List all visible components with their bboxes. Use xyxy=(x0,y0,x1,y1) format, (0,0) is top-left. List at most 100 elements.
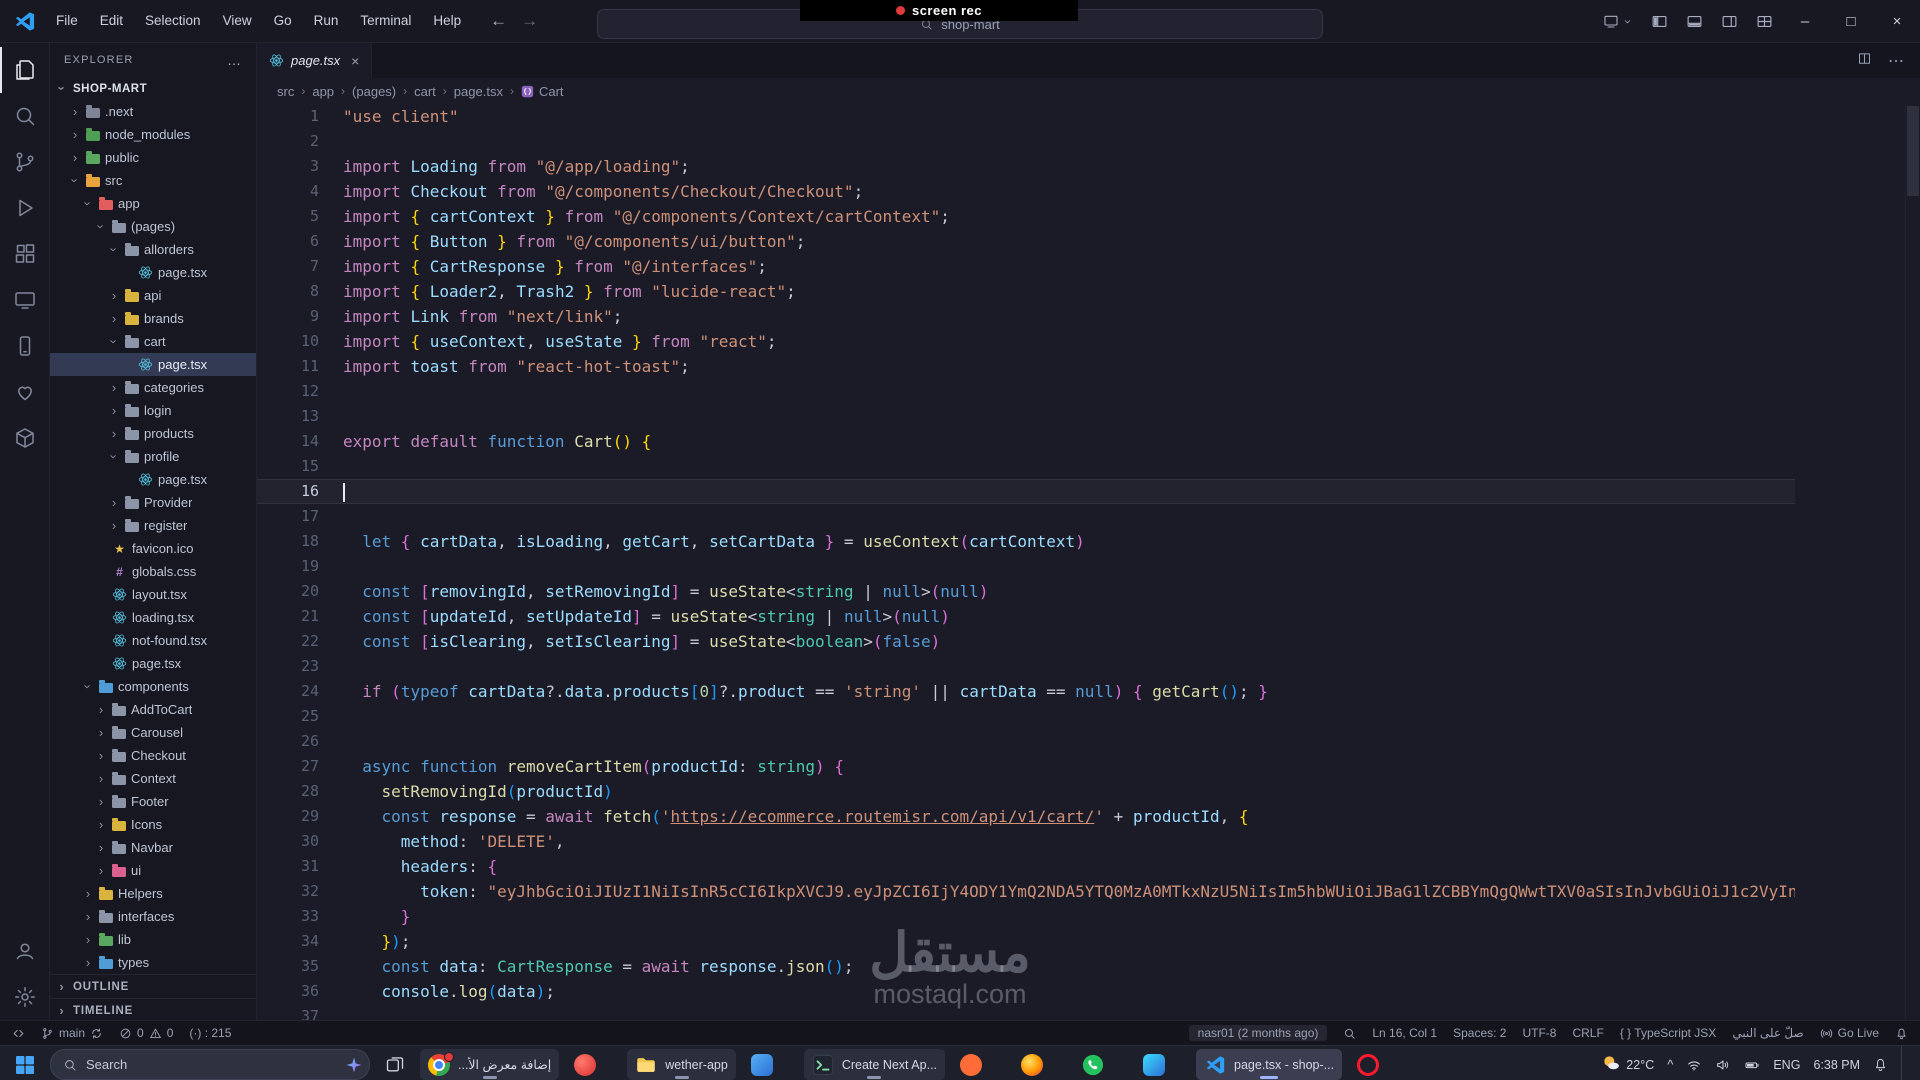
tree-item-Footer[interactable]: › Footer xyxy=(50,790,256,813)
screen-share-icon[interactable] xyxy=(1594,13,1642,29)
tree-item-app[interactable]: › app xyxy=(50,192,256,215)
tree-item-layout.tsx[interactable]: ›layout.tsx xyxy=(50,583,256,606)
tree-item-public[interactable]: › public xyxy=(50,146,256,169)
weather-widget[interactable]: 22°C xyxy=(1601,1053,1654,1076)
taskbar-folder[interactable]: wether-app xyxy=(627,1049,736,1080)
section-outline[interactable]: › OUTLINE xyxy=(50,974,256,998)
tree-root-shop-mart[interactable]: › SHOP-MART xyxy=(50,77,256,100)
menu-run[interactable]: Run xyxy=(303,0,350,42)
menu-selection[interactable]: Selection xyxy=(134,0,212,42)
code-line-2[interactable]: 2 xyxy=(257,129,1795,154)
tree-item-Helpers[interactable]: › Helpers xyxy=(50,882,256,905)
scrollbar-thumb[interactable] xyxy=(1907,106,1919,196)
code-line-12[interactable]: 12 xyxy=(257,379,1795,404)
menu-terminal[interactable]: Terminal xyxy=(349,0,422,42)
code-line-23[interactable]: 23 xyxy=(257,654,1795,679)
tree-item-interfaces[interactable]: › interfaces xyxy=(50,905,256,928)
status-search[interactable] xyxy=(1343,1027,1356,1040)
close-button[interactable]: × xyxy=(1874,0,1920,42)
tree-item-favicon.ico[interactable]: ›★favicon.ico xyxy=(50,537,256,560)
tree-item-login[interactable]: › login xyxy=(50,399,256,422)
tree-item-page.tsx[interactable]: ›page.tsx xyxy=(50,468,256,491)
tree-item-loading.tsx[interactable]: ›loading.tsx xyxy=(50,606,256,629)
taskbar-firefox[interactable] xyxy=(1013,1049,1067,1080)
search-icon[interactable] xyxy=(0,93,49,139)
volume-icon[interactable] xyxy=(1715,1057,1731,1073)
menu-edit[interactable]: Edit xyxy=(89,0,134,42)
taskbar-opera[interactable] xyxy=(1349,1049,1403,1080)
code-line-28[interactable]: 28 setRemovingId(productId) xyxy=(257,779,1795,804)
section-timeline[interactable]: › TIMELINE xyxy=(50,998,256,1020)
start-button[interactable] xyxy=(8,1049,42,1080)
tree-item-lib[interactable]: › lib xyxy=(50,928,256,951)
status-remote[interactable] xyxy=(12,1027,25,1040)
taskbar-media[interactable] xyxy=(1135,1049,1189,1080)
docker-icon[interactable] xyxy=(0,415,49,461)
account-icon[interactable] xyxy=(0,928,49,974)
tree-item-Context[interactable]: › Context xyxy=(50,767,256,790)
breadcrumb-item-page.tsx[interactable]: page.tsx xyxy=(454,84,503,99)
tree-item-brands[interactable]: › brands xyxy=(50,307,256,330)
hidden-icons-chevron[interactable]: ^ xyxy=(1667,1057,1673,1072)
taskbar-postman[interactable] xyxy=(952,1049,1006,1080)
menu-view[interactable]: View xyxy=(212,0,263,42)
code-line-4[interactable]: 4 import Checkout from "@/components/Chec… xyxy=(257,179,1795,204)
code-line-5[interactable]: 5 import { cartContext } from "@/componen… xyxy=(257,204,1795,229)
breadcrumb-item-Cart[interactable]: Cart xyxy=(521,84,564,99)
code-line-21[interactable]: 21 const [updateId, setUpdateId] = useSt… xyxy=(257,604,1795,629)
back-arrow-icon[interactable]: ← xyxy=(490,11,507,31)
code-line-11[interactable]: 11 import toast from "react-hot-toast"; xyxy=(257,354,1795,379)
tree-item-categories[interactable]: › categories xyxy=(50,376,256,399)
tree-item-Checkout[interactable]: › Checkout xyxy=(50,744,256,767)
toggle-panel-icon[interactable] xyxy=(1677,13,1712,30)
tree-item-ui[interactable]: › ui xyxy=(50,859,256,882)
minimize-button[interactable]: – xyxy=(1782,0,1828,42)
status-counter[interactable]: (·) : 215 xyxy=(189,1026,231,1040)
tree-item-types[interactable]: › types xyxy=(50,951,256,974)
tree-item-globals.css[interactable]: ›#globals.css xyxy=(50,560,256,583)
explorer-more-actions-icon[interactable]: … xyxy=(227,52,242,68)
code-line-14[interactable]: 14 export default function Cart() { xyxy=(257,429,1795,454)
code-line-27[interactable]: 27 async function removeCartItem(product… xyxy=(257,754,1795,779)
extensions-icon[interactable] xyxy=(0,231,49,277)
code-line-32[interactable]: 32 token: "eyJhbGciOiJIUzI1NiIsInR5cCI6I… xyxy=(257,879,1795,904)
code-line-25[interactable]: 25 xyxy=(257,704,1795,729)
code-line-36[interactable]: 36 console.log(data); xyxy=(257,979,1795,1004)
menu-help[interactable]: Help xyxy=(422,0,472,42)
code-line-31[interactable]: 31 headers: { xyxy=(257,854,1795,879)
status-branch[interactable]: main xyxy=(41,1026,103,1040)
taskbar-vscode[interactable]: page.tsx - shop-... xyxy=(1196,1049,1343,1080)
tree-item-(pages)[interactable]: › (pages) xyxy=(50,215,256,238)
code-line-37[interactable]: 37 xyxy=(257,1004,1795,1020)
code-line-34[interactable]: 34 }); xyxy=(257,929,1795,954)
editor-more-actions-icon[interactable]: ⋯ xyxy=(1888,51,1904,71)
tree-item-api[interactable]: › api xyxy=(50,284,256,307)
run-debug-icon[interactable] xyxy=(0,185,49,231)
code-line-1[interactable]: 1 "use client" xyxy=(257,104,1795,129)
tree-item-allorders[interactable]: › allorders xyxy=(50,238,256,261)
tree-item-components[interactable]: › components xyxy=(50,675,256,698)
status-prayer-extension[interactable]: صلّ على النبي xyxy=(1732,1026,1803,1040)
code-line-10[interactable]: 10 import { useContext, useState } from "… xyxy=(257,329,1795,354)
tree-item-profile[interactable]: › profile xyxy=(50,445,256,468)
status-cursor-position[interactable]: Ln 16, Col 1 xyxy=(1372,1026,1437,1040)
code-line-15[interactable]: 15 xyxy=(257,454,1795,479)
clock[interactable]: 6:38 PM xyxy=(1813,1058,1860,1072)
code-line-6[interactable]: 6 import { Button } from "@/components/ui… xyxy=(257,229,1795,254)
tree-item-page.tsx[interactable]: ›page.tsx xyxy=(50,652,256,675)
breadcrumb-item-src[interactable]: src xyxy=(277,84,294,99)
tree-item-products[interactable]: › products xyxy=(50,422,256,445)
code-line-9[interactable]: 9 import Link from "next/link"; xyxy=(257,304,1795,329)
wifi-icon[interactable] xyxy=(1686,1057,1702,1073)
taskbar-search[interactable]: Search xyxy=(50,1049,370,1080)
code-line-7[interactable]: 7 import { CartResponse } from "@/interfa… xyxy=(257,254,1795,279)
editor-scrollbar[interactable] xyxy=(1905,104,1920,1020)
tree-item-Icons[interactable]: › Icons xyxy=(50,813,256,836)
maximize-button[interactable]: □ xyxy=(1828,0,1874,42)
code-line-13[interactable]: 13 xyxy=(257,404,1795,429)
status-notifications[interactable] xyxy=(1895,1027,1908,1040)
remote-monitor-icon[interactable] xyxy=(0,277,49,323)
code-line-16[interactable]: 16 xyxy=(257,479,1795,504)
code-line-20[interactable]: 20 const [removingId, setRemovingId] = u… xyxy=(257,579,1795,604)
breadcrumb-item-app[interactable]: app xyxy=(312,84,334,99)
